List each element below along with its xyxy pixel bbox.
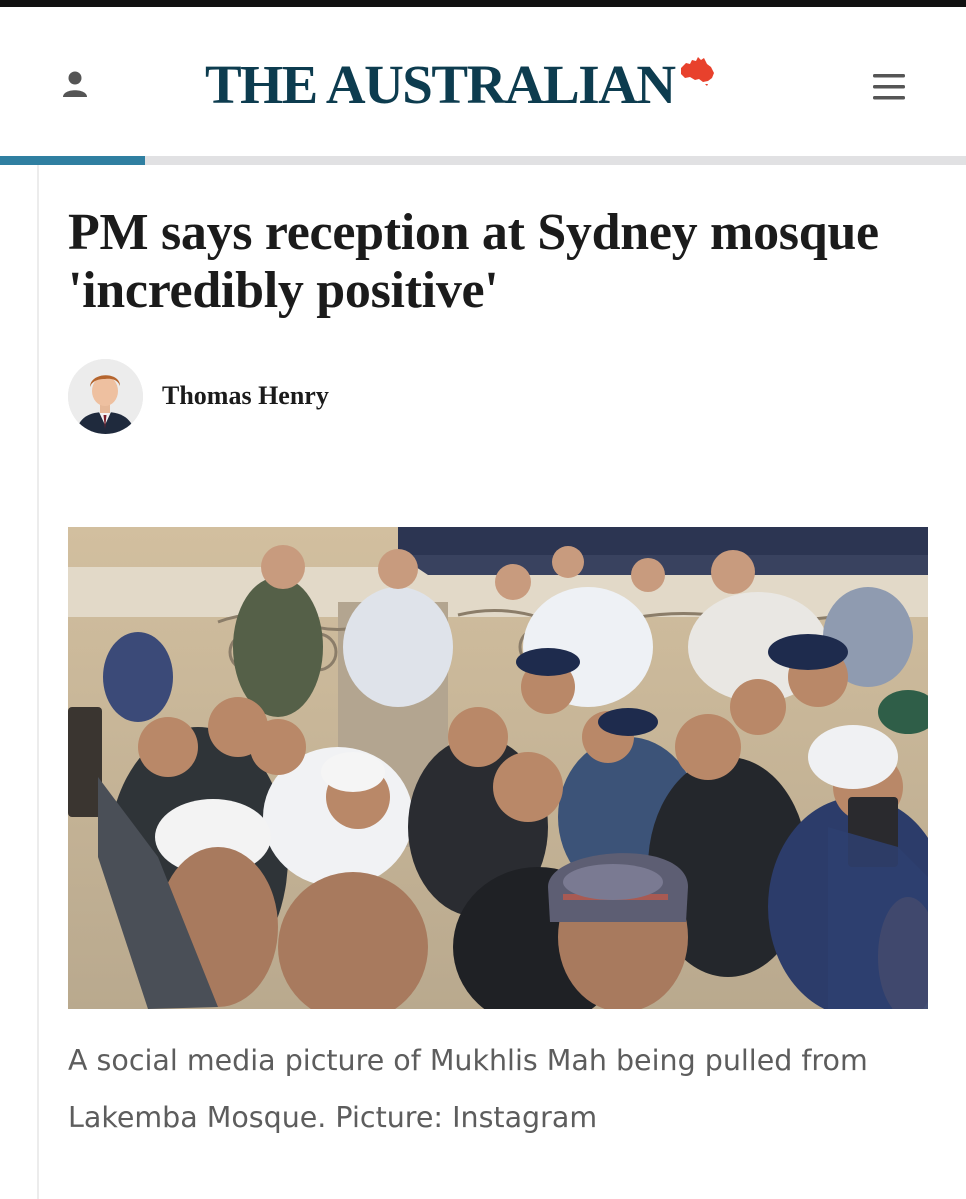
australia-map-icon xyxy=(680,57,714,86)
article-headline: PM says reception at Sydney mosque 'incr… xyxy=(68,204,879,319)
photo-caption: A social media picture of Mukhlis Mah be… xyxy=(68,1044,868,1134)
menu-button[interactable] xyxy=(866,65,912,109)
author-portrait xyxy=(68,358,143,434)
hamburger-menu-icon xyxy=(873,74,905,100)
content-left-rule xyxy=(37,165,39,1199)
site-header: THE AUSTRALIAN xyxy=(0,7,966,157)
crowd-photo xyxy=(68,527,928,1009)
author-avatar[interactable] xyxy=(68,358,143,434)
reading-progress-bar xyxy=(0,156,966,165)
author-name[interactable]: Thomas Henry xyxy=(162,381,329,411)
top-rule xyxy=(0,0,966,7)
account-button[interactable] xyxy=(52,62,98,108)
byline: Thomas Henry xyxy=(68,358,329,434)
article-photo[interactable] xyxy=(68,527,928,1009)
reading-progress-fill xyxy=(0,156,145,165)
masthead-text: THE AUSTRALIAN xyxy=(205,53,676,115)
user-icon xyxy=(63,71,87,97)
masthead-logo[interactable]: THE AUSTRALIAN xyxy=(205,49,717,119)
